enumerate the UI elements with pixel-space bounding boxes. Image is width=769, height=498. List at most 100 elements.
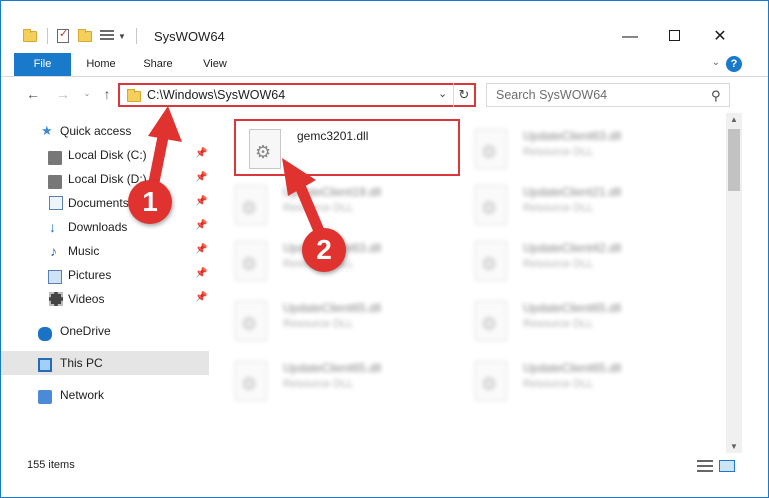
scroll-up-icon[interactable]: ▲	[730, 115, 738, 124]
sidebar-item-network[interactable]: Network	[1, 383, 209, 407]
list-item[interactable]: UpdateClient65.dll Resource DLL	[221, 351, 446, 409]
search-input[interactable]: Search SysWOW64	[496, 88, 607, 102]
documents-icon	[49, 196, 63, 210]
sidebar-item-pictures[interactable]: Pictures 📌	[1, 263, 209, 287]
file-type: Resource DLL	[523, 258, 594, 270]
sidebar-item-label: Quick access	[60, 124, 132, 138]
search-box[interactable]: Search SysWOW64 ⚲	[486, 83, 730, 107]
sidebar-item-local-disk-c[interactable]: Local Disk (C:) 📌	[1, 143, 209, 167]
file-type: Resource DLL	[283, 378, 354, 390]
large-icons-view-icon[interactable]	[719, 460, 735, 472]
pin-icon[interactable]: 📌	[195, 148, 207, 159]
refresh-button[interactable]: ↻	[453, 83, 474, 107]
file-highlight-box	[234, 119, 460, 176]
tab-home[interactable]: Home	[81, 53, 121, 76]
downloads-icon: ↓	[49, 219, 56, 235]
dll-file-icon	[475, 185, 507, 225]
list-item[interactable]: UpdateClient63.dll Resource DLL	[461, 119, 686, 177]
sidebar-item-videos[interactable]: Videos 📌	[1, 287, 209, 311]
maximize-button[interactable]	[651, 25, 697, 49]
dll-file-icon	[235, 185, 267, 225]
pin-icon[interactable]: 📌	[195, 292, 207, 303]
navigation-row: ← → ⌄ ↑ C:\Windows\SysWOW64 ⌄ ↻ Search S…	[1, 79, 768, 111]
scroll-down-icon[interactable]: ▼	[730, 442, 738, 451]
sidebar-item-music[interactable]: ♪ Music 📌	[1, 239, 209, 263]
toolbar-divider	[135, 28, 137, 44]
list-item[interactable]: UpdateClient19.dll Resource DLL	[221, 175, 446, 233]
sidebar-item-onedrive[interactable]: OneDrive	[1, 319, 209, 343]
list-item[interactable]: UpdateClient42.dll Resource DLL	[461, 231, 686, 289]
up-button[interactable]: ↑	[99, 85, 115, 103]
pin-icon[interactable]: 📌	[195, 268, 207, 279]
network-icon	[38, 390, 52, 404]
expand-ribbon-icon[interactable]: ⌄	[712, 57, 720, 68]
tab-share[interactable]: Share	[138, 53, 178, 76]
file-name: UpdateClient63.dll	[523, 129, 622, 143]
address-path[interactable]: C:\Windows\SysWOW64	[147, 88, 285, 102]
tab-file[interactable]: File	[14, 53, 71, 76]
address-bar[interactable]: C:\Windows\SysWOW64 ⌄ ↻	[118, 83, 476, 107]
recent-locations-icon[interactable]: ⌄	[79, 85, 95, 103]
help-icon[interactable]: ?	[726, 56, 742, 72]
dll-file-icon	[475, 361, 507, 401]
dll-file-icon	[235, 301, 267, 341]
explorer-window: ▼ SysWOW64 — ✕ File Home Share View ⌄ ? …	[0, 0, 769, 498]
window-title: SysWOW64	[154, 29, 225, 44]
qat-dropdown-icon[interactable]: ▼	[118, 32, 126, 41]
step-1-badge: 1	[128, 180, 172, 224]
navigation-pane: ★ Quick access Local Disk (C:) 📌 Local D…	[1, 113, 211, 451]
file-name: UpdateClient21.dll	[523, 185, 622, 199]
dll-file-icon	[475, 241, 507, 281]
sidebar-item-downloads[interactable]: ↓ Downloads 📌	[1, 215, 209, 239]
dll-file-icon	[235, 361, 267, 401]
list-item[interactable]: UpdateClient65.dll Resource DLL	[461, 291, 686, 349]
sidebar-item-label: Local Disk (D:)	[68, 172, 147, 186]
list-item[interactable]: UpdateClient21.dll Resource DLL	[461, 175, 686, 233]
forward-button[interactable]: →	[55, 85, 71, 103]
customize-list-icon[interactable]	[100, 29, 114, 43]
onedrive-icon	[38, 327, 52, 341]
folder-icon	[127, 89, 141, 102]
address-dropdown-icon[interactable]: ⌄	[438, 87, 447, 100]
file-name: UpdateClient42.dll	[523, 241, 622, 255]
sidebar-item-documents[interactable]: Documents 📌	[1, 191, 209, 215]
maximize-icon	[668, 29, 680, 41]
search-icon[interactable]: ⚲	[711, 88, 721, 104]
ribbon-tabs: File Home Share View ⌄ ?	[1, 53, 768, 77]
scroll-thumb[interactable]	[728, 129, 740, 191]
sidebar-item-label: OneDrive	[60, 324, 111, 338]
vertical-scrollbar[interactable]: ▲ ▼	[726, 113, 742, 453]
pin-icon[interactable]: 📌	[195, 196, 207, 207]
sidebar-item-label: Network	[60, 388, 105, 402]
folder-icon	[23, 29, 37, 43]
disk-icon	[48, 151, 62, 165]
sidebar-item-quick-access[interactable]: ★ Quick access	[1, 119, 209, 143]
sidebar-item-label: Local Disk (C:)	[68, 148, 147, 162]
minimize-button[interactable]: —	[607, 25, 653, 49]
properties-icon[interactable]	[56, 27, 70, 43]
sidebar-item-label: This PC	[60, 356, 103, 370]
music-icon: ♪	[50, 243, 57, 259]
pin-icon[interactable]: 📌	[195, 220, 207, 231]
sidebar-item-label: Documents	[68, 196, 129, 210]
list-item[interactable]: UpdateClient65.dll Resource DLL	[461, 351, 686, 409]
status-bar: 155 items	[1, 453, 768, 477]
videos-icon	[49, 292, 63, 306]
file-name: UpdateClient19.dll	[283, 185, 382, 199]
sidebar-item-local-disk-d[interactable]: Local Disk (D:) 📌	[1, 167, 209, 191]
pictures-icon	[48, 270, 62, 284]
list-item[interactable]: UpdateClient65.dll Resource DLL	[221, 291, 446, 349]
sidebar-item-label: Videos	[68, 292, 105, 306]
tab-view[interactable]: View	[195, 53, 235, 76]
pin-icon[interactable]: 📌	[195, 244, 207, 255]
close-button[interactable]: ✕	[697, 25, 743, 49]
file-name: UpdateClient65.dll	[283, 301, 382, 315]
pin-icon[interactable]: 📌	[195, 172, 207, 183]
details-view-icon[interactable]	[697, 460, 713, 472]
new-folder-icon[interactable]	[78, 29, 92, 43]
file-type: Resource DLL	[523, 202, 594, 214]
file-type: Resource DLL	[523, 318, 594, 330]
back-button[interactable]: ←	[25, 85, 41, 103]
sidebar-item-this-pc[interactable]: This PC	[1, 351, 209, 375]
file-name: UpdateClient65.dll	[283, 361, 382, 375]
